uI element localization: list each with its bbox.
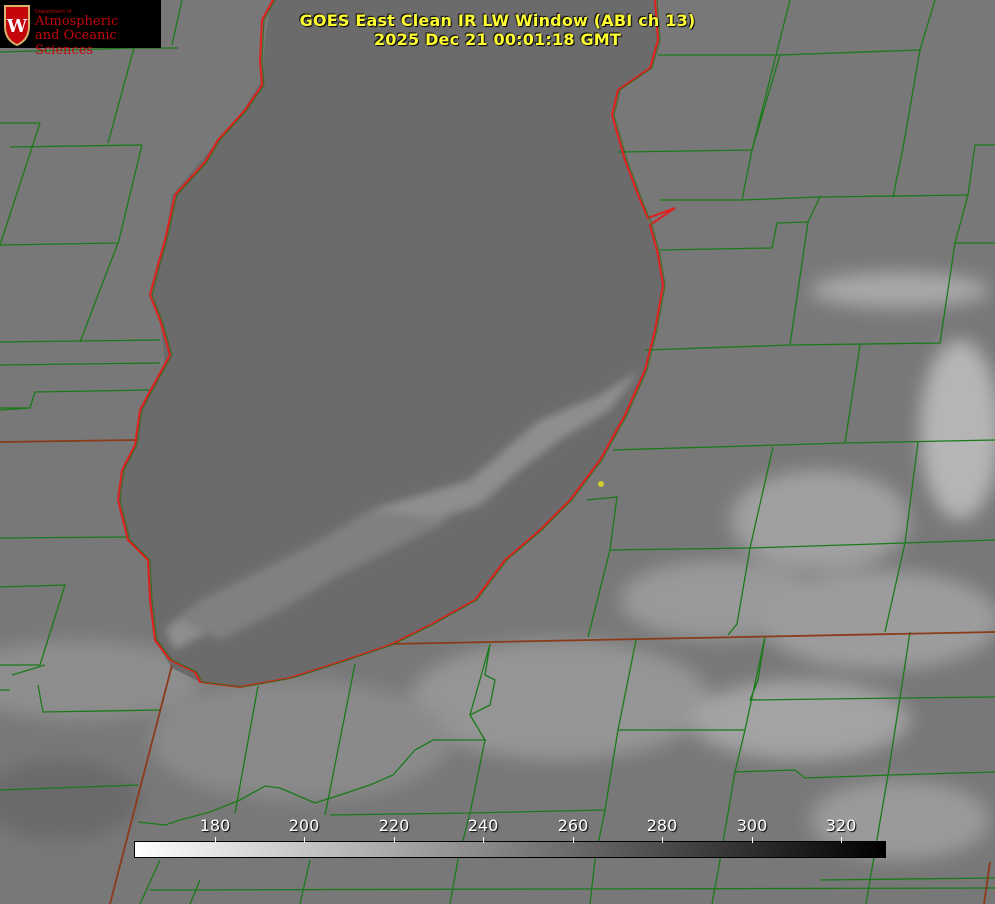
- colorbar-tick-mark: [662, 837, 663, 843]
- image-title: GOES East Clean IR LW Window (ABI ch 13): [299, 11, 696, 30]
- colorbar-tick-label: 260: [557, 816, 589, 835]
- colorbar-tick-mark: [304, 837, 305, 843]
- colorbar-tick-mark: [483, 837, 484, 843]
- location-marker: [598, 481, 604, 487]
- colorbar-tick-label: 280: [646, 816, 678, 835]
- colorbar: [134, 841, 886, 858]
- colorbar-tick-mark: [841, 837, 842, 843]
- colorbar-tick-mark: [752, 837, 753, 843]
- colorbar-tick-mark: [215, 837, 216, 843]
- colorbar-tick-label: 240: [467, 816, 499, 835]
- colorbar-tick-mark: [573, 837, 574, 843]
- colorbar-tick-label: 200: [288, 816, 320, 835]
- image-timestamp: 2025 Dec 21 00:01:18 GMT: [373, 30, 622, 49]
- colorbar-tick-label: 320: [825, 816, 857, 835]
- satellite-image-viewer: W Department of Atmospheric and Oceanic …: [0, 0, 995, 904]
- satellite-map: [0, 0, 995, 904]
- colorbar-tick-label: 220: [378, 816, 410, 835]
- colorbar-tick-label: 300: [736, 816, 768, 835]
- colorbar-tick-label: 180: [199, 816, 231, 835]
- colorbar-tick-mark: [394, 837, 395, 843]
